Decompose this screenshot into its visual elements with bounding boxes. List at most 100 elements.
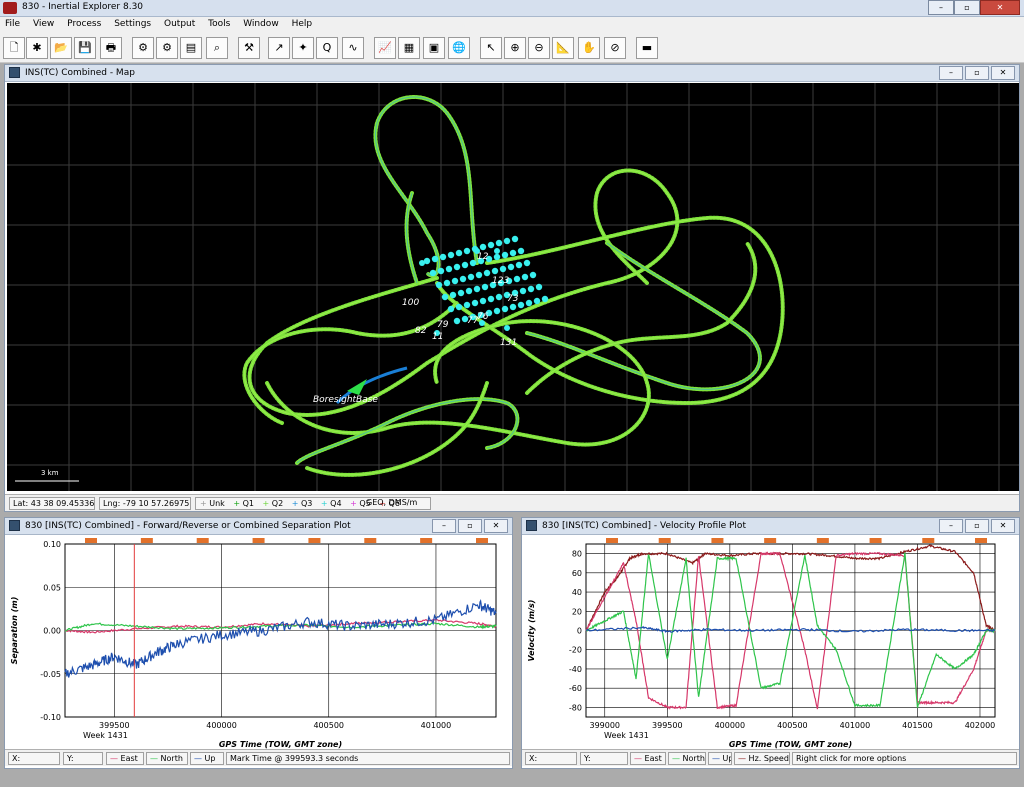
toolbar: 🗋 ✱ 📂 💾 🖶 ⚙ ⚙ ▤ ⌕ ⚒ ↗ ✦ Q ∿ 📈 ▦ ▣ 🌐 ↖ ⊕ … xyxy=(0,33,1024,63)
vel-y-axis-label: Velocity (m/s) xyxy=(527,600,536,662)
menu-output[interactable]: Output xyxy=(159,17,200,29)
globe-icon[interactable]: 🌐 xyxy=(448,37,470,59)
vel-restore-button[interactable]: ▫ xyxy=(965,519,989,533)
process-ins-icon[interactable]: ⚙ xyxy=(156,37,178,59)
vel-minimize-button[interactable]: – xyxy=(939,519,963,533)
view-data-icon[interactable]: ▤ xyxy=(180,37,202,59)
menu-settings[interactable]: Settings xyxy=(109,17,156,29)
sep-week-label: Week 1431 xyxy=(83,731,128,740)
lat-readout: Lat: 43 38 09.45336 xyxy=(9,497,95,510)
photo-center-point xyxy=(469,259,477,267)
menu-help[interactable]: Help xyxy=(287,17,318,29)
pan-hand-icon[interactable]: ✋ xyxy=(578,37,600,59)
menu-bar: File View Process Settings Output Tools … xyxy=(0,17,1024,33)
photo-center-point xyxy=(481,283,489,291)
plot-icon[interactable]: ↗ xyxy=(268,37,290,59)
zoom-out-icon[interactable]: ⊖ xyxy=(528,37,550,59)
chart-icon[interactable]: 📈 xyxy=(374,37,396,59)
map-minimize-button[interactable]: – xyxy=(939,66,963,80)
menu-tools[interactable]: Tools xyxy=(203,17,235,29)
photo-center-point xyxy=(429,269,437,277)
sep-title: 830 [INS(TC) Combined] - Forward/Reverse… xyxy=(25,521,351,531)
sep-ytick-0.05: 0.05 xyxy=(43,583,61,592)
menu-window[interactable]: Window xyxy=(238,17,284,29)
process-gnss-icon[interactable]: ⚙ xyxy=(132,37,154,59)
sep-minimize-button[interactable]: – xyxy=(432,519,456,533)
photo-center-point xyxy=(525,299,533,307)
save-icon[interactable]: 💾 xyxy=(74,37,96,59)
no-entry-icon[interactable]: ⊘ xyxy=(604,37,626,59)
map-restore-button[interactable]: ▫ xyxy=(965,66,989,80)
app-logo-icon xyxy=(3,2,17,14)
print-icon[interactable]: 🖶 xyxy=(100,37,122,59)
menu-file[interactable]: File xyxy=(0,17,25,29)
new-file-icon[interactable]: 🗋 xyxy=(3,37,25,59)
sep-event-marker xyxy=(140,538,153,543)
vel-event-marker xyxy=(606,538,618,543)
vel-legend-north: — North xyxy=(668,752,706,765)
vel-ytick--20: -20 xyxy=(569,646,582,655)
new-project-icon[interactable]: ✱ xyxy=(26,37,48,59)
legend-q2: + Q2 xyxy=(262,499,284,508)
vel-event-marker xyxy=(658,538,671,543)
map-window: INS(TC) Combined - Map – ▫ ✕ 3 km Boresi… xyxy=(4,64,1020,512)
cluster-label-79: 79 xyxy=(437,320,449,330)
vel-legend-east: — East xyxy=(630,752,666,765)
vel-event-marker xyxy=(711,538,724,543)
vel-legend-up: — Up xyxy=(708,752,732,765)
pointer-icon[interactable]: ↖ xyxy=(480,37,502,59)
export-icon[interactable]: ▣ xyxy=(423,37,445,59)
graph-icon[interactable]: ∿ xyxy=(342,37,364,59)
vel-ytick-80: 80 xyxy=(572,550,582,559)
tools-icon[interactable]: ⚒ xyxy=(238,37,260,59)
sep-legend-east: — East xyxy=(106,752,144,765)
vel-x-axis-label: GPS Time (TOW, GMT zone) xyxy=(729,740,852,749)
photo-center-point xyxy=(493,253,501,261)
velocity-chart[interactable]: 80 60 40 20 0 -20 -40 -60 -80 399000 399500 400000 4… xyxy=(522,536,1019,749)
sep-ytick-0.00: 0.00 xyxy=(43,627,61,636)
sep-close-button[interactable]: ✕ xyxy=(484,519,508,533)
quality-icon[interactable]: Q xyxy=(316,37,338,59)
photo-center-point xyxy=(511,235,519,243)
photo-center-point xyxy=(483,269,491,277)
map-icon[interactable]: ✦ xyxy=(292,37,314,59)
photo-center-point xyxy=(527,285,535,293)
photo-center-point xyxy=(541,295,549,303)
photo-center-point xyxy=(487,295,495,303)
vel-close-button[interactable]: ✕ xyxy=(991,519,1015,533)
menu-process[interactable]: Process xyxy=(62,17,106,29)
photo-center-point xyxy=(501,251,509,259)
vel-hint: Right click for more options xyxy=(792,752,1017,765)
vel-xtick-402000: 402000 xyxy=(965,721,996,730)
sep-xtick-399500: 399500 xyxy=(99,721,130,730)
close-button[interactable]: ✕ xyxy=(980,0,1020,15)
cluster-label-100: 100 xyxy=(402,298,419,308)
window-icon[interactable]: ▬ xyxy=(636,37,658,59)
vel-ytick--40: -40 xyxy=(569,665,582,674)
sep-event-marker xyxy=(252,538,265,543)
vel-ytick-40: 40 xyxy=(572,588,582,597)
inspect-icon[interactable]: ⌕ xyxy=(206,37,228,59)
coord-format: GEO, DMS/m xyxy=(366,498,418,507)
photo-center-point xyxy=(479,297,487,305)
map-canvas[interactable]: 3 km BoresightBase 1212313111100 73777682… xyxy=(7,83,1019,491)
menu-view[interactable]: View xyxy=(28,17,59,29)
map-close-button[interactable]: ✕ xyxy=(991,66,1015,80)
sep-x-axis-label: GPS Time (TOW, GMT zone) xyxy=(219,740,342,749)
photo-center-point xyxy=(495,239,503,247)
photo-center-point xyxy=(435,281,443,289)
maximize-button[interactable]: ▫ xyxy=(954,0,980,15)
minimize-button[interactable]: – xyxy=(928,0,954,15)
grid-icon[interactable]: ▦ xyxy=(398,37,420,59)
scale-label: 3 km xyxy=(41,469,59,477)
sep-restore-button[interactable]: ▫ xyxy=(458,519,482,533)
measure-icon[interactable]: 📐 xyxy=(552,37,574,59)
photo-center-point xyxy=(453,263,461,271)
open-folder-icon[interactable]: 📂 xyxy=(50,37,72,59)
photo-center-point xyxy=(515,261,523,269)
zoom-in-icon[interactable]: ⊕ xyxy=(504,37,526,59)
vel-event-marker xyxy=(764,538,777,543)
legend-unk: + Unk xyxy=(200,499,225,508)
separation-chart[interactable]: 0.10 0.05 0.00 -0.05 -0.10 399500 400000 400500… xyxy=(5,536,512,749)
sep-xtick-400000: 400000 xyxy=(206,721,237,730)
